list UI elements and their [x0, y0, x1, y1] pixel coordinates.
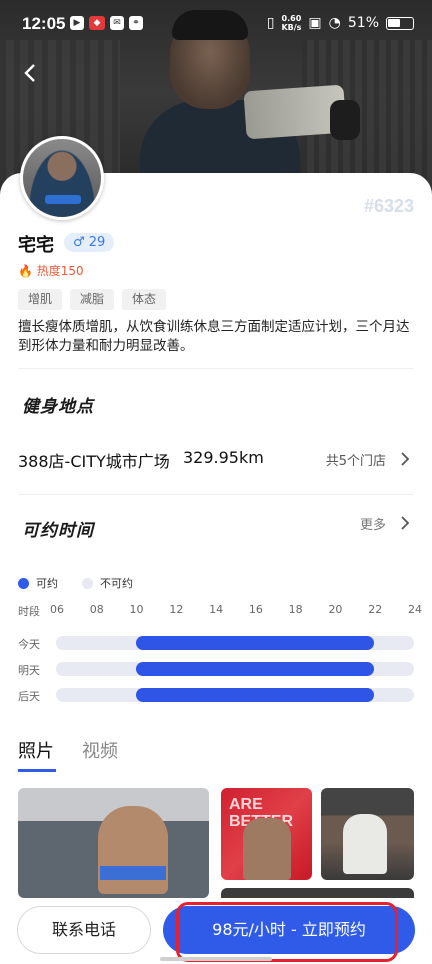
tab-videos[interactable]: 视频 — [82, 737, 118, 763]
hour-tick-label: 10 — [129, 603, 144, 616]
home-indicator — [160, 957, 272, 961]
tab-photos[interactable]: 照片 — [18, 737, 56, 772]
status-bar: 12:05 ▶ ◆ ✉ ⚭ ▯ 0.60 KB/s ▣ ◔ 51% — [0, 0, 432, 50]
schedule-track — [56, 636, 414, 650]
hour-tick-label: 16 — [248, 603, 263, 616]
hour-tick-label: 20 — [328, 603, 343, 616]
chevron-left-icon — [24, 64, 35, 82]
day-label: 今天 — [18, 638, 40, 651]
schedule-axis: 时段 06 08 10 12 14 16 18 20 22 24 — [18, 603, 422, 619]
heat-text: 热度150 — [36, 264, 84, 278]
coach-description: 擅长瘦体质增肌，从饮食训练休息三方面制定适应计划，三个月达到形体力量和耐力明显改… — [18, 319, 410, 354]
tag-posture: 体态 — [122, 289, 167, 310]
flame-icon: 🔥 — [18, 264, 33, 278]
available-slot-bar — [135, 636, 375, 650]
schedule-row-day-after[interactable]: 后天 — [18, 688, 416, 703]
more-link[interactable]: 更多 — [360, 514, 386, 533]
schedule-track — [56, 688, 414, 702]
back-button[interactable] — [18, 60, 44, 86]
message-icon: ✉ — [110, 16, 124, 30]
divider — [18, 368, 414, 369]
book-button-highlight — [176, 902, 398, 962]
schedule-row-tomorrow[interactable]: 明天 — [18, 662, 416, 677]
day-label: 明天 — [18, 664, 40, 677]
battery-icon — [386, 16, 414, 30]
gallery-photo[interactable]: AREBETTER — [221, 788, 312, 880]
store-row[interactable]: 388店-CITY城市广场 329.95km 共5个门店 — [18, 448, 414, 472]
store-name: 388店-CITY城市广场 — [18, 452, 170, 471]
vibrate-icon: ▯ — [266, 15, 275, 31]
schedule-row-today[interactable]: 今天 — [18, 636, 416, 651]
day-label: 后天 — [18, 690, 40, 703]
link-icon: ⚭ — [129, 16, 143, 30]
section-title-schedule: 可约时间 — [17, 516, 94, 547]
legend-unavailable: 不可约 — [100, 577, 133, 590]
available-slot-bar — [135, 662, 375, 676]
photo-gallery: AREBETTER — [18, 788, 414, 902]
unavailable-dot — [82, 577, 93, 589]
glove-hand — [330, 100, 360, 140]
hour-tick-label: 22 — [368, 603, 383, 616]
available-dot — [18, 577, 29, 589]
store-distance: 329.95km — [183, 448, 264, 467]
hour-tick-label: 12 — [169, 603, 184, 616]
available-slot-bar — [135, 688, 375, 702]
hour-tick-label: 24 — [408, 603, 422, 616]
coach-tags: 增肌 减脂 体态 — [18, 289, 167, 310]
tag-muscle-gain: 增肌 — [18, 289, 63, 310]
axis-label: 时段 — [18, 605, 40, 618]
gender-age-badge: ♂ 29 — [64, 233, 115, 252]
store-count: 共5个门店 — [325, 454, 386, 469]
coach-name: 宅宅 — [18, 235, 54, 256]
heat-label: 🔥 热度150 — [18, 262, 84, 279]
notification-icons: ▶ ◆ ✉ ⚭ — [70, 16, 143, 30]
section-title-location: 健身地点 — [17, 392, 94, 423]
battery-percent: 51% — [347, 15, 379, 31]
coach-avatar[interactable] — [20, 136, 104, 220]
schedule-track — [56, 662, 414, 676]
network-speed: 0.60 KB/s — [281, 14, 302, 32]
avatar-belt — [45, 195, 81, 204]
tag-fat-loss: 减脂 — [70, 289, 115, 310]
call-button[interactable]: 联系电话 — [17, 906, 151, 954]
media-tabs: 照片 视频 — [18, 737, 118, 772]
gallery-photo[interactable] — [321, 788, 414, 880]
hour-tick-label: 08 — [89, 603, 104, 616]
hour-tick-label: 18 — [288, 603, 303, 616]
schedule-legend: 可约 不可约 — [18, 575, 133, 591]
divider — [18, 494, 414, 495]
wifi-icon: ◔ — [328, 15, 341, 31]
chevron-right-icon[interactable] — [398, 512, 412, 534]
no-sim-icon: ▣ — [308, 15, 322, 31]
gallery-photo[interactable] — [18, 788, 209, 898]
status-time: 12:05 — [22, 14, 66, 33]
app-icon: ◆ — [89, 16, 105, 30]
hour-tick-label: 14 — [209, 603, 224, 616]
play-icon: ▶ — [70, 16, 84, 30]
coach-number: #6323 — [363, 196, 414, 216]
hour-tick-label: 06 — [50, 603, 64, 616]
legend-available: 可约 — [36, 577, 58, 590]
system-icons: ▯ 0.60 KB/s ▣ ◔ 51% — [267, 14, 414, 32]
chevron-right-icon — [401, 452, 410, 466]
